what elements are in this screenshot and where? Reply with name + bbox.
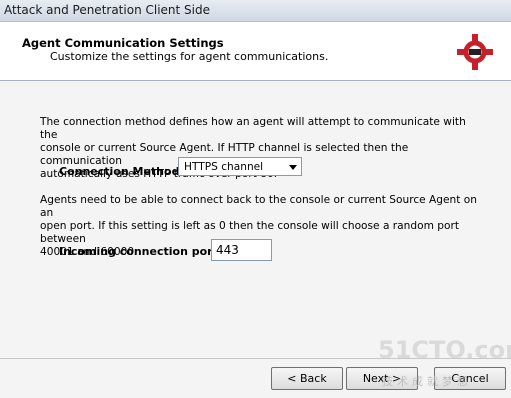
incoming-port-value: 443 xyxy=(216,243,239,257)
wizard-header: Agent Communication Settings Customize t… xyxy=(0,22,511,81)
connection-method-select[interactable]: HTTPS channel xyxy=(178,157,302,176)
title-bar: Attack and Penetration Client Side xyxy=(0,0,511,22)
connection-method-label: Connection Method: xyxy=(59,165,184,178)
page-subtitle: Customize the settings for agent communi… xyxy=(50,50,329,63)
window-title: Attack and Penetration Client Side xyxy=(4,3,210,17)
page-title: Agent Communication Settings xyxy=(22,36,224,50)
description-line: The connection method defines how an age… xyxy=(40,116,466,141)
connection-method-value: HTTPS channel xyxy=(184,161,264,173)
wizard-content: The connection method defines how an age… xyxy=(0,81,511,358)
incoming-port-input[interactable]: 443 xyxy=(211,239,272,261)
watermark-brand: 51CTO.com xyxy=(378,336,511,364)
watermark-tagline: 技术成就梦想 xyxy=(382,375,472,388)
description-line: Agents need to be able to connect back t… xyxy=(40,194,477,219)
incoming-port-label: Incoming connection port: xyxy=(59,245,223,258)
core-impact-logo-icon xyxy=(457,34,493,70)
back-button[interactable]: < Back xyxy=(271,367,343,390)
chevron-down-icon[interactable] xyxy=(289,165,297,170)
